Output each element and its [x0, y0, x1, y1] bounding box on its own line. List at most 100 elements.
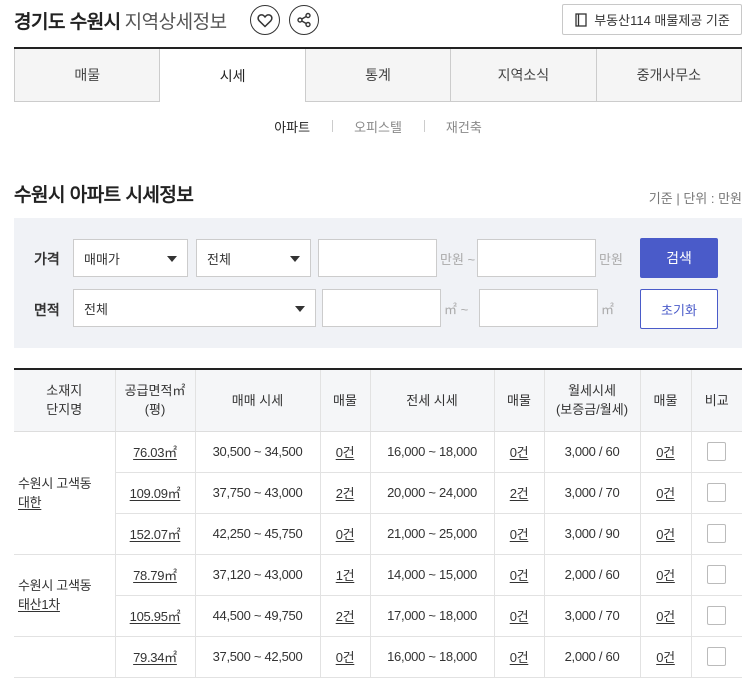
reset-button[interactable]: 초기화	[640, 289, 718, 329]
unit-note: 기준 | 단위 : 만원	[648, 191, 742, 206]
monthly-rent: 3,000 / 70	[544, 595, 641, 637]
col-monthly-count: 매물	[640, 369, 692, 432]
price-max-input[interactable]	[477, 239, 596, 277]
location-cell: 수원시 고색동대한	[14, 431, 116, 555]
monthly-count-link[interactable]: 0건	[656, 609, 675, 624]
area-link[interactable]: 152.07㎡	[130, 527, 181, 542]
subtab-officetel[interactable]: 오피스텔	[332, 117, 424, 136]
area-link[interactable]: 109.09㎡	[130, 486, 181, 501]
area-link[interactable]: 78.79㎡	[133, 568, 177, 583]
region-label: 수원시 고색동	[18, 578, 92, 593]
price-table: 소재지 단지명 공급면적㎡ (평) 매매 시세 매물 전세 시세 매물 월세시세 (보…	[14, 368, 742, 678]
tab-statistics[interactable]: 통계	[305, 49, 452, 102]
table-row: 109.09㎡ 37,750 ~ 43,000 2건 20,000 ~ 24,0…	[14, 472, 742, 514]
location-cell	[14, 636, 116, 678]
tab-market-price[interactable]: 시세	[160, 49, 306, 102]
jeonse-count-link[interactable]: 0건	[510, 527, 529, 542]
area-max-unit: ㎡	[601, 302, 615, 317]
page-title: 경기도 수원시 지역상세정보	[14, 7, 227, 34]
col-monthly-rent: 월세시세 (보증금/월세)	[544, 369, 641, 432]
area-link[interactable]: 105.95㎡	[130, 609, 181, 624]
jeonse-count-link[interactable]: 0건	[510, 445, 529, 460]
listing-source-button[interactable]: 부동산114 매물제공 기준	[562, 4, 742, 35]
monthly-count-link[interactable]: 0건	[656, 445, 675, 460]
area-max-input[interactable]	[479, 289, 598, 327]
table-row: 79.34㎡ 37,500 ~ 42,500 0건 16,000 ~ 18,00…	[14, 636, 742, 678]
monthly-count-link[interactable]: 0건	[656, 568, 675, 583]
sale-count-link[interactable]: 0건	[336, 445, 355, 460]
listing-source-label: 부동산114 매물제공 기준	[594, 13, 730, 28]
monthly-count-link[interactable]: 0건	[656, 486, 675, 501]
search-button[interactable]: 검색	[640, 238, 718, 278]
area-type-value: 전체	[84, 301, 108, 317]
jeonse-price: 20,000 ~ 24,000	[370, 472, 495, 514]
monthly-rent: 3,000 / 70	[544, 472, 641, 514]
table-row: 수원시 고색동 대한 76.03㎡ 30,500 ~ 34,500 0건 16,0…	[14, 431, 742, 555]
main-tabs: 매물 시세 통계 지역소식 중개사무소	[14, 47, 743, 102]
sale-price: 30,500 ~ 34,500	[195, 431, 321, 473]
price-type-select[interactable]: 매매가	[73, 239, 188, 277]
section-title: 수원시 아파트 시세정보	[14, 185, 194, 206]
compare-checkbox[interactable]	[707, 647, 727, 666]
sale-count-link[interactable]: 0건	[336, 650, 355, 665]
heart-icon	[257, 13, 273, 28]
complex-link[interactable]: 태산1차	[18, 597, 60, 612]
tab-listings[interactable]: 매물	[14, 49, 161, 102]
compare-checkbox[interactable]	[707, 565, 727, 584]
area-min-input[interactable]	[322, 289, 441, 327]
col-location: 소재지 단지명	[14, 369, 116, 432]
price-min-input[interactable]	[318, 239, 437, 277]
tab-agencies[interactable]: 중개사무소	[596, 49, 743, 102]
sale-count-link[interactable]: 1건	[336, 568, 355, 583]
share-icon	[297, 12, 311, 28]
area-filter-label: 면적	[34, 302, 60, 318]
sale-price: 42,250 ~ 45,750	[195, 513, 321, 555]
jeonse-count-link[interactable]: 0건	[510, 650, 529, 665]
table-row: 152.07㎡ 42,250 ~ 45,750 0건 21,000 ~ 25,0…	[14, 513, 742, 555]
tab-local-news[interactable]: 지역소식	[451, 49, 597, 102]
monthly-count-link[interactable]: 0건	[656, 650, 675, 665]
compare-checkbox[interactable]	[707, 483, 727, 502]
jeonse-count-link[interactable]: 0건	[510, 568, 529, 583]
table-row: 수원시 고색동 태산1차 78.79㎡ 37,120 ~ 43,000 1건 14…	[14, 554, 742, 637]
sale-count-link[interactable]: 2건	[336, 486, 355, 501]
jeonse-count-link[interactable]: 0건	[510, 609, 529, 624]
complex-link[interactable]: 대한	[18, 495, 42, 510]
compare-checkbox[interactable]	[707, 524, 727, 543]
sale-count-link[interactable]: 2건	[336, 609, 355, 624]
price-max-unit: 만원	[599, 252, 623, 267]
area-link[interactable]: 76.03㎡	[133, 445, 177, 460]
favorite-button[interactable]	[250, 5, 280, 35]
monthly-count-link[interactable]: 0건	[656, 527, 675, 542]
col-jeonse-price: 전세 시세	[370, 369, 495, 432]
chevron-down-icon	[295, 306, 305, 312]
monthly-rent: 2,000 / 60	[544, 554, 641, 596]
compare-checkbox[interactable]	[707, 442, 727, 461]
sale-price: 37,500 ~ 42,500	[195, 636, 321, 678]
jeonse-price: 21,000 ~ 25,000	[370, 513, 495, 555]
price-type-value: 매매가	[84, 251, 120, 267]
jeonse-count-link[interactable]: 2건	[510, 486, 529, 501]
price-filter-label: 가격	[34, 251, 60, 267]
jeonse-price: 17,000 ~ 18,000	[370, 595, 495, 637]
document-icon	[575, 12, 587, 27]
area-link[interactable]: 79.34㎡	[133, 650, 177, 665]
table-header-row: 소재지 단지명 공급면적㎡ (평) 매매 시세 매물 전세 시세 매물 월세시세 (보…	[14, 369, 742, 432]
page-header: 경기도 수원시 지역상세정보 부동산114 매물제공 기준	[0, 0, 756, 46]
subtab-reconstruction[interactable]: 재건축	[423, 117, 504, 136]
sale-count-link[interactable]: 0건	[336, 527, 355, 542]
share-button[interactable]	[289, 5, 319, 35]
subtab-apartment[interactable]: 아파트	[252, 117, 332, 136]
monthly-rent: 3,000 / 60	[544, 431, 641, 473]
col-sale-count: 매물	[320, 369, 371, 432]
col-jeonse-count: 매물	[494, 369, 545, 432]
price-min-unit: 만원 ~	[440, 252, 476, 267]
monthly-rent: 3,000 / 90	[544, 513, 641, 555]
compare-checkbox[interactable]	[707, 606, 727, 625]
price-scope-select[interactable]: 전체	[196, 239, 311, 277]
title-subtitle: 지역상세정보	[124, 12, 227, 33]
chevron-down-icon	[167, 256, 177, 262]
area-type-select[interactable]: 전체	[73, 289, 316, 327]
region-label: 수원시 고색동	[18, 475, 92, 491]
price-scope-value: 전체	[207, 251, 231, 267]
